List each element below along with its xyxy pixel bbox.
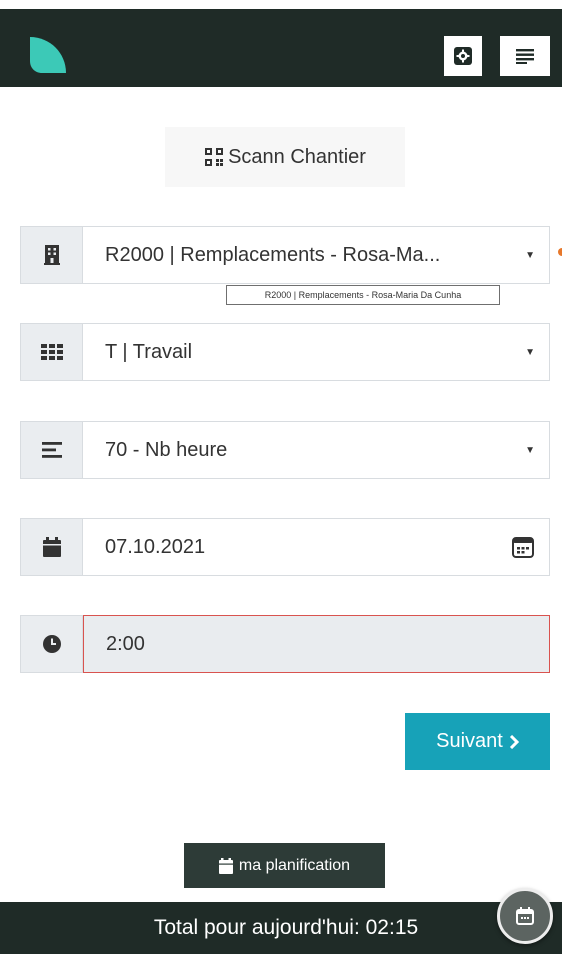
activity-select[interactable]: T | Travail ▼	[20, 323, 550, 381]
building-icon	[43, 245, 60, 265]
next-label: Suivant	[436, 730, 503, 752]
date-input[interactable]: 07.10.2021	[83, 518, 550, 576]
chevron-right-icon	[509, 734, 519, 749]
calendar-fab-button[interactable]	[497, 888, 553, 944]
type-select-control[interactable]: 70 - Nb heure ▼	[83, 421, 550, 479]
clock-icon	[42, 635, 61, 653]
time-value: 2:00	[106, 632, 145, 655]
time-addon	[20, 615, 83, 673]
activity-value: T | Travail	[105, 340, 193, 363]
calendar-icon	[218, 857, 233, 874]
planning-label: ma planification	[238, 856, 351, 874]
menu-lines-icon	[516, 49, 534, 64]
date-field[interactable]: 07.10.2021	[20, 518, 550, 576]
leaf-logo[interactable]	[28, 35, 68, 75]
calendar-icon	[42, 537, 61, 557]
next-button[interactable]: Suivant	[405, 713, 550, 770]
scan-chantier-button[interactable]: Scann Chantier	[165, 127, 405, 187]
project-select[interactable]: R2000 | Remplacements - Rosa-Ma... ▼	[20, 226, 550, 284]
calendar-picker-icon[interactable]	[511, 535, 535, 559]
caret-down-icon: ▼	[525, 444, 535, 456]
project-select-control[interactable]: R2000 | Remplacements - Rosa-Ma... ▼	[83, 226, 550, 284]
date-value: 07.10.2021	[105, 535, 206, 558]
activity-select-control[interactable]: T | Travail ▼	[83, 323, 550, 381]
footer-bar: Total pour aujourd'hui: 02:15	[0, 902, 562, 954]
type-addon	[20, 421, 83, 479]
date-addon	[20, 518, 83, 576]
scan-label: Scann Chantier	[228, 145, 366, 168]
time-input[interactable]: 2:00	[83, 615, 550, 673]
caret-down-icon: ▼	[525, 346, 535, 358]
type-value: 70 - Nb heure	[105, 438, 228, 461]
project-value: R2000 | Remplacements - Rosa-Ma...	[105, 243, 441, 266]
status-dot	[558, 248, 562, 256]
bars-icon	[41, 442, 62, 458]
top-bar	[0, 9, 562, 87]
settings-button[interactable]	[444, 36, 482, 76]
project-addon	[20, 226, 83, 284]
type-select[interactable]: 70 - Nb heure ▼	[20, 421, 550, 479]
gear-icon	[454, 47, 472, 65]
daily-total: Total pour aujourd'hui: 02:15	[153, 916, 419, 939]
planning-button[interactable]: ma planification	[184, 843, 385, 888]
calendar-icon	[516, 907, 534, 925]
project-tooltip: R2000 | Remplacements - Rosa-Maria Da Cu…	[226, 285, 500, 305]
caret-down-icon: ▼	[525, 249, 535, 261]
menu-button[interactable]	[500, 36, 550, 76]
grid-icon	[40, 344, 63, 360]
qr-code-icon	[205, 148, 224, 166]
activity-addon	[20, 323, 83, 381]
time-field[interactable]: 2:00	[20, 615, 550, 673]
